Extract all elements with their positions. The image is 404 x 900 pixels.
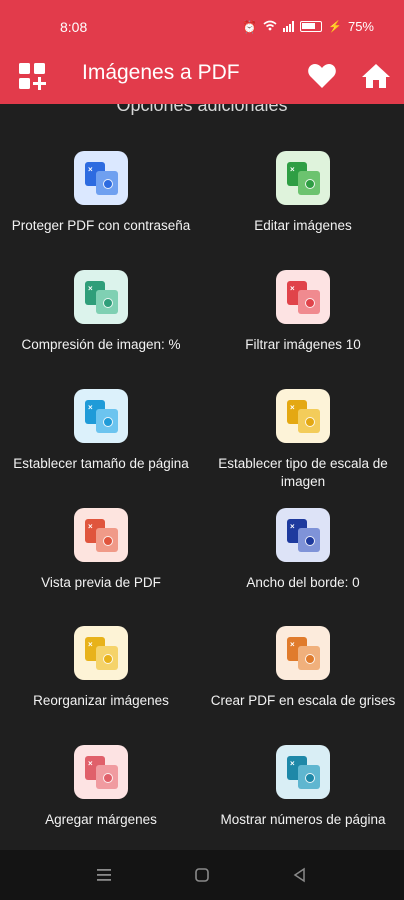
option-badge-icon [305,536,315,546]
status-icons: ⏰ ⚡ 75% [242,19,374,34]
edit-image-icon[interactable]: × [276,151,330,205]
option-label: Editar imágenes [254,218,352,233]
recents-icon[interactable] [94,865,114,885]
option-label: Establecer tamaño de página [13,456,189,471]
option-badge-icon [103,654,113,664]
lock-shield-icon[interactable]: × [74,151,128,205]
preview-eye-icon[interactable]: × [74,508,128,562]
option-badge-icon [103,417,113,427]
page-numbers-icon[interactable]: × [276,745,330,799]
option-item[interactable]: × Establecer tamaño de página [0,389,202,473]
option-label: Compresión de imagen: % [21,337,181,352]
system-nav-bar [0,850,404,900]
option-item[interactable]: × Reorganizar imágenes [0,626,202,710]
rearrange-icon[interactable]: × [74,626,128,680]
home-icon[interactable] [360,60,392,92]
filter-icon[interactable]: × [276,270,330,324]
option-label: Mostrar números de página [220,812,386,827]
option-badge-icon [305,298,315,308]
home-circle-icon[interactable] [192,865,212,885]
option-item[interactable]: × Agregar márgenes [0,745,202,829]
option-item[interactable]: × Proteger PDF con contraseña [0,151,202,235]
compress-icon[interactable]: × [74,270,128,324]
option-label: Crear PDF en escala de grises [210,693,396,708]
battery-icon [300,21,323,32]
option-item[interactable]: × Mostrar números de página [202,745,404,829]
margins-icon[interactable]: × [74,745,128,799]
scale-type-icon[interactable]: × [276,389,330,443]
alarm-icon: ⏰ [242,19,258,34]
option-label: Establecer tipo de escala de imagen [218,456,388,489]
option-badge-icon [103,179,113,189]
option-item[interactable]: × Vista previa de PDF [0,508,202,592]
app-title: Imágenes a PDF [82,61,240,84]
option-item[interactable]: × Ancho del borde: 0 [202,508,404,592]
wifi-icon [263,19,277,34]
charging-icon: ⚡ [328,21,342,33]
option-badge-icon [305,654,315,664]
app-bar: Imágenes a PDF [0,52,404,104]
option-label: Ancho del borde: 0 [246,575,360,590]
page-size-icon[interactable]: × [74,389,128,443]
status-time: 8:08 [60,19,88,35]
heart-icon[interactable] [306,60,338,92]
option-badge-icon [305,417,315,427]
option-badge-icon [103,773,113,783]
battery-percent: 75% [347,19,374,34]
option-item[interactable]: × Filtrar imágenes 10 [202,270,404,354]
option-label: Reorganizar imágenes [33,693,169,708]
option-label: Proteger PDF con contraseña [11,218,191,233]
option-label: Agregar márgenes [45,812,157,827]
option-item[interactable]: × Editar imágenes [202,151,404,235]
option-badge-icon [103,536,113,546]
options-scroll-area[interactable]: Opciones adicionales × Proteger PDF con c… [0,104,404,850]
option-badge-icon [103,298,113,308]
border-width-icon[interactable]: × [276,508,330,562]
option-label: Filtrar imágenes 10 [245,337,361,352]
option-item[interactable]: × Establecer tipo de escala de imagen [202,389,404,491]
option-label: Vista previa de PDF [41,575,161,590]
back-triangle-icon[interactable] [290,865,310,885]
option-item[interactable]: × Compresión de imagen: % [0,270,202,354]
option-badge-icon [305,773,315,783]
option-item[interactable]: × Crear PDF en escala de grises [202,626,404,710]
status-bar: 8:08 ⏰ ⚡ 75% [0,0,404,52]
grayscale-icon[interactable]: × [276,626,330,680]
apps-add-icon[interactable] [16,60,48,92]
section-title: Opciones adicionales [116,104,288,115]
option-badge-icon [305,179,315,189]
signal-icon [283,21,295,32]
